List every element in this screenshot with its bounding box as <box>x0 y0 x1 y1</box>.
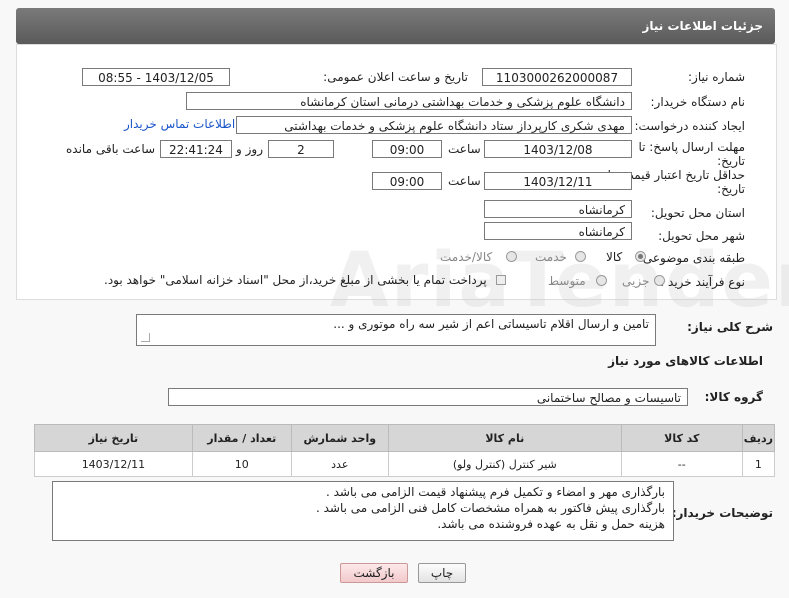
col-name: نام کالا <box>387 424 622 452</box>
city-field: کرمانشاه <box>484 222 632 240</box>
announce-label: تاریخ و ساعت اعلان عمومی: <box>323 70 468 84</box>
cell-need-date: 1403/12/11 <box>34 451 193 477</box>
goods-section-title: اطلاعات کالاهای مورد نیاز <box>608 354 763 368</box>
description-label: شرح کلی نیاز: <box>687 320 773 334</box>
province-field: کرمانشاه <box>484 200 632 218</box>
description-field: تامین و ارسال اقلام تاسیساتی اعم از شیر … <box>136 314 656 346</box>
price-validity-label-2: تاریخ: <box>717 182 745 196</box>
province-label: استان محل تحویل: <box>650 206 745 220</box>
validity-time-label: ساعت <box>448 174 481 188</box>
buyer-notes-label: توضیحات خریدار: <box>671 506 773 520</box>
reply-date-field: 1403/12/08 <box>484 140 632 158</box>
buyer-note-line: بارگذاری مهر و امضاء و تکمیل فرم پیشنهاد… <box>326 485 665 499</box>
process-radio-minor[interactable] <box>654 275 665 286</box>
reply-deadline-label: مهلت ارسال پاسخ: تا <box>638 140 745 154</box>
process-option-minor: جزیی <box>622 274 650 288</box>
table-row: 1 -- شیر کنترل (کنترل ولو) عدد 10 1403/1… <box>34 451 776 477</box>
category-radio-service[interactable] <box>575 251 586 262</box>
validity-time-field: 09:00 <box>372 172 442 190</box>
category-option-goods-service: کالا/خدمت <box>440 250 493 264</box>
goods-table-header: ردیف کد کالا نام کالا واحد شمارش تعداد /… <box>34 424 776 452</box>
need-number-label: شماره نیاز: <box>688 70 745 84</box>
payment-checkbox[interactable] <box>496 275 506 285</box>
need-number-field: 1103000262000087 <box>482 68 632 86</box>
process-label: نوع فرآیند خرید : <box>660 275 745 289</box>
reply-deadline-label-2: تاریخ: <box>717 154 745 168</box>
buyer-org-label: نام دستگاه خریدار: <box>650 95 746 109</box>
creator-label: ایجاد کننده درخواست: <box>634 119 745 133</box>
cell-code: -- <box>620 451 743 477</box>
goods-table: ردیف کد کالا نام کالا واحد شمارش تعداد /… <box>34 424 776 477</box>
category-radio-goods-service[interactable] <box>506 251 517 262</box>
buyer-notes-field: بارگذاری مهر و امضاء و تکمیل فرم پیشنهاد… <box>52 481 674 541</box>
category-label: طبقه بندی موضوعی: <box>638 251 745 265</box>
city-label: شهر محل تحویل: <box>658 229 745 243</box>
cell-unit: عدد <box>290 451 389 477</box>
buyer-note-line: هزینه حمل و نقل به عهده فروشنده می باشد. <box>437 517 665 531</box>
validity-date-field: 1403/12/11 <box>484 172 632 190</box>
reply-time-field: 09:00 <box>372 140 442 158</box>
col-code: کد کالا <box>620 424 743 452</box>
category-option-service: خدمت <box>535 250 567 264</box>
cell-row: 1 <box>741 451 776 477</box>
print-button[interactable]: چاپ <box>418 563 466 583</box>
announce-field: 1403/12/05 - 08:55 <box>82 68 230 86</box>
description-text: تامین و ارسال اقلام تاسیساتی اعم از شیر … <box>333 317 649 331</box>
buyer-note-line: بارگذاری پیش فاکتور به همراه مشخصات کامل… <box>316 501 665 515</box>
category-radio-goods[interactable] <box>635 251 646 262</box>
contact-info-link[interactable]: اطلاعات تماس خریدار <box>124 117 235 131</box>
col-need-date: تاریخ نیاز <box>34 424 193 452</box>
goods-group-field: تاسیسات و مصالح ساختمانی <box>168 388 688 406</box>
category-option-goods: کالا <box>606 250 623 264</box>
days-field: 2 <box>268 140 334 158</box>
days-label: روز و <box>236 142 263 156</box>
col-unit: واحد شمارش <box>290 424 389 452</box>
cell-name: شیر کنترل (کنترل ولو) <box>387 451 622 477</box>
col-row: ردیف <box>741 424 776 452</box>
creator-field: مهدی شکری کارپرداز ستاد دانشگاه علوم پزش… <box>236 116 632 134</box>
cell-quantity: 10 <box>191 451 292 477</box>
col-quantity: تعداد / مقدار <box>191 424 292 452</box>
process-option-medium: متوسط <box>548 274 586 288</box>
process-radio-medium[interactable] <box>596 275 607 286</box>
goods-group-label: گروه کالا: <box>704 390 763 404</box>
buyer-org-field: دانشگاه علوم پزشکی و خدمات بهداشتی درمان… <box>186 92 632 110</box>
reply-time-label: ساعت <box>448 142 481 156</box>
remaining-label: ساعت باقی مانده <box>66 142 156 156</box>
back-button[interactable]: بازگشت <box>340 563 408 583</box>
page-title: جزئیات اطلاعات نیاز <box>642 19 763 33</box>
remaining-time-field: 22:41:24 <box>160 140 232 158</box>
payment-note: پرداخت تمام یا بخشی از مبلغ خرید،از محل … <box>104 273 487 287</box>
page: جزئیات اطلاعات نیاز AriaTender.neT شماره… <box>0 0 789 598</box>
page-header: جزئیات اطلاعات نیاز <box>16 8 775 44</box>
resize-handle[interactable] <box>141 333 150 342</box>
